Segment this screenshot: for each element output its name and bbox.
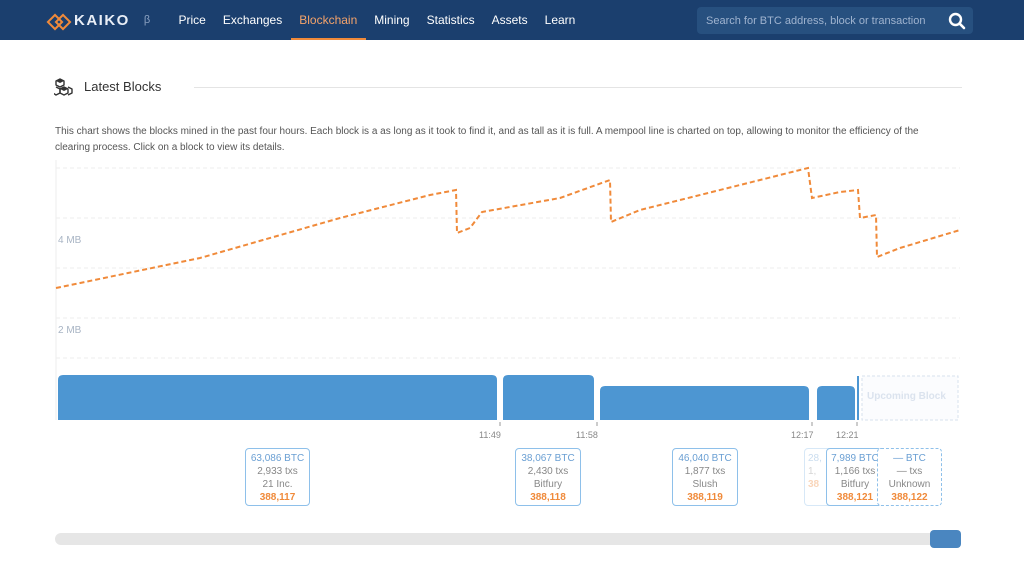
latest-blocks-header: Latest Blocks <box>52 76 962 98</box>
time-label-1217: 12:17 <box>791 430 814 440</box>
beta-badge: β <box>143 14 151 26</box>
block-height: 388,122 <box>891 492 928 503</box>
block-height: 388,118 <box>530 492 566 503</box>
nav-item-assets[interactable]: Assets <box>483 0 536 40</box>
y-tick-2mb: 2 MB <box>58 325 82 336</box>
timeline-scrollbar-thumb[interactable] <box>930 530 961 548</box>
block-btc: — BTC <box>893 453 926 464</box>
block-miner: Slush <box>692 479 718 490</box>
search-bar <box>697 7 973 34</box>
nav-item-exchanges[interactable]: Exchanges <box>214 0 290 40</box>
timeline-scrollbar-track[interactable] <box>55 533 961 545</box>
block-miner: Bitfury <box>533 479 563 490</box>
block-txs: 1,877 txs <box>684 466 726 477</box>
block-card-388121[interactable]: 7,989 BTC 1,166 txs Bitfury 388,121 <box>826 448 884 506</box>
top-navbar: KAIKO β Price Exchanges Blockchain Minin… <box>0 0 1024 40</box>
kaiko-logo-icon <box>48 13 68 27</box>
mempool-line <box>55 166 961 289</box>
block-bar-388117[interactable] <box>58 375 497 420</box>
block-btc: 38,067 BTC <box>521 453 575 464</box>
block-txs: 2,933 txs <box>257 466 298 477</box>
y-tick-4mb: 4 MB <box>58 235 82 246</box>
block-card-388119[interactable]: 46,040 BTC 1,877 txs Slush 388,119 <box>672 448 738 506</box>
block-btc: 46,040 BTC <box>678 453 732 464</box>
brand-name: KAIKO <box>74 11 130 29</box>
time-label-1158: 11:58 <box>576 430 598 440</box>
block-txs: — txs <box>896 466 923 477</box>
time-label-1149: 11:49 <box>479 430 501 440</box>
block-txs: 2,430 txs <box>527 466 569 477</box>
block-card-388118[interactable]: 38,067 BTC 2,430 txs Bitfury 388,118 <box>515 448 581 506</box>
blocks-chart: 4 MB 2 MB Upcoming Block 11:49 11:58 12:… <box>55 160 961 440</box>
block-height: 388,117 <box>259 492 296 503</box>
block-txs: 1,166 txs <box>834 466 876 477</box>
block-miner: Bitfury <box>840 479 870 490</box>
time-ticks <box>499 422 858 426</box>
block-miner: Unknown <box>888 479 931 490</box>
block-miner: 21 Inc. <box>262 479 293 490</box>
block-height: 388,119 <box>687 492 723 503</box>
kaiko-logo[interactable]: KAIKO β <box>48 11 150 29</box>
time-label-1221: 12:21 <box>836 430 859 440</box>
search-icon[interactable] <box>947 11 967 31</box>
nav-item-learn[interactable]: Learn <box>536 0 584 40</box>
block-bar-388120[interactable] <box>857 376 859 420</box>
block-btc: 63,086 BTC <box>250 453 305 464</box>
block-bar-388118[interactable] <box>503 375 594 420</box>
chart-description: This chart shows the blocks mined in the… <box>55 126 919 153</box>
header-divider <box>194 87 962 88</box>
block-bar-388119[interactable] <box>600 386 809 420</box>
cubes-icon <box>52 78 74 96</box>
section-title: Latest Blocks <box>84 79 162 94</box>
nav-item-statistics[interactable]: Statistics <box>418 0 483 40</box>
main-nav: Price Exchanges Blockchain Mining Statis… <box>170 0 584 40</box>
nav-item-mining[interactable]: Mining <box>366 0 418 40</box>
block-bar-388121[interactable] <box>817 386 855 420</box>
block-card-388122: — BTC — txs Unknown 388,122 <box>877 448 942 506</box>
search-input[interactable] <box>697 7 941 34</box>
block-height: 388,121 <box>836 492 874 503</box>
upcoming-block-label: Upcoming Block <box>867 391 946 402</box>
block-card-388117[interactable]: 63,086 BTC 2,933 txs 21 Inc. 388,117 <box>245 448 310 506</box>
block-btc: 7,989 BTC <box>831 453 879 464</box>
nav-item-price[interactable]: Price <box>170 0 214 40</box>
nav-item-blockchain[interactable]: Blockchain <box>290 0 366 40</box>
